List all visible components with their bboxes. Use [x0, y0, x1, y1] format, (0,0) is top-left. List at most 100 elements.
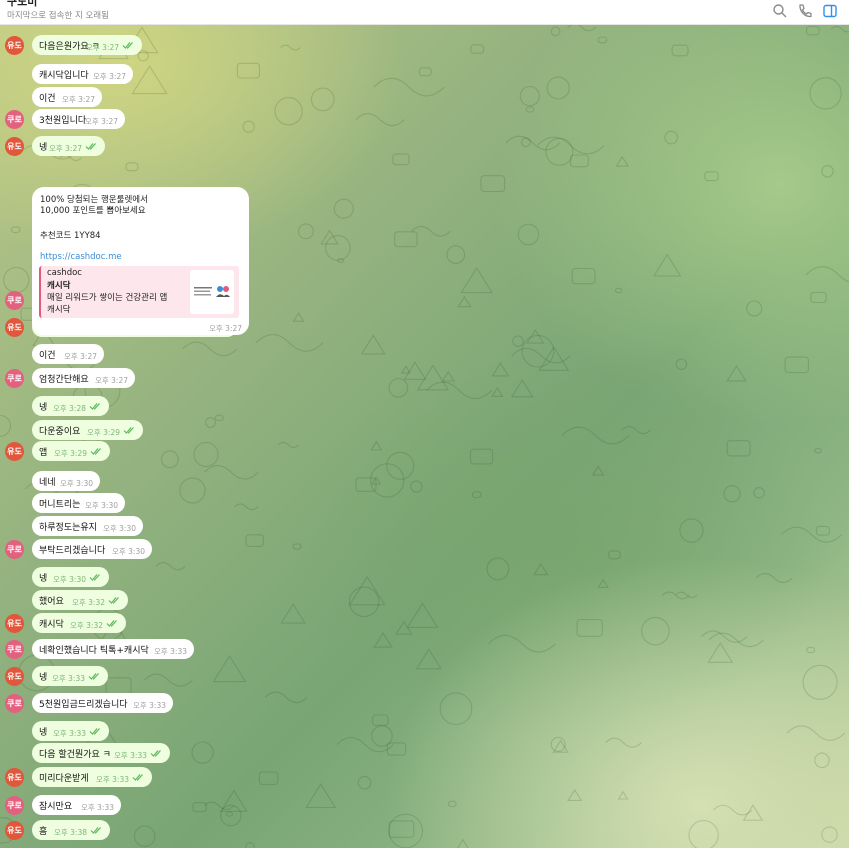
message-text: 엄청간단해요: [39, 375, 89, 385]
message-bubble[interactable]: 했어요 오후 3:32: [32, 590, 128, 610]
message-time: 오후 3:27: [61, 95, 95, 104]
message-bubble[interactable]: 넹 오후 3:30: [32, 567, 109, 587]
avatar-yudo[interactable]: 유도: [5, 137, 24, 156]
message-row: 다운중이요 오후 3:29: [0, 420, 300, 440]
message-bubble[interactable]: 이건 오후 3:27: [32, 87, 102, 107]
avatar-yudo[interactable]: 유도: [5, 768, 24, 787]
message-text: 부탁드리겠습니다: [39, 546, 106, 556]
message-text: 다음 할건뭔가요 ㅋ: [39, 750, 111, 760]
message-bubble[interactable]: 부탁드리겠습니다 오후 3:30: [32, 539, 152, 559]
preview-title: 캐시닥: [47, 281, 71, 291]
message-time: 오후 3:30: [59, 479, 93, 488]
avatar-yudo[interactable]: 유도: [5, 442, 24, 461]
rich-message-bubble[interactable]: 100% 당첨되는 행운룰렛에서 10,000 포인트를 뽑아보세요 추천코드 …: [32, 187, 249, 335]
avatar-kuro[interactable]: 쿠로: [5, 291, 24, 310]
chat-title[interactable]: 구도미: [7, 0, 37, 9]
double-check-icon: [106, 620, 117, 627]
preview-description: 매일 리워드가 쌓이는 건강관리 앱: [47, 293, 168, 303]
message-time: 오후 3:30: [111, 547, 145, 556]
message-text: 5천원입금드리겠습니다: [39, 700, 128, 710]
message-bubble[interactable]: 넹 오후 3:33: [32, 666, 108, 686]
message-time: 오후 3:33: [51, 674, 85, 683]
chat-header: 구도미 마지막으로 접속한 지 오래됨: [0, 0, 849, 25]
message-text: 3천원입니다: [39, 116, 87, 126]
avatar-kuro[interactable]: 쿠로: [5, 110, 24, 129]
message-text: 네네: [39, 478, 56, 488]
avatar-yudo[interactable]: 유도: [5, 318, 24, 337]
message-bubble[interactable]: 넹 오후 3:28: [32, 396, 109, 416]
avatar-kuro[interactable]: 쿠로: [5, 540, 24, 559]
avatar-yudo[interactable]: 유도: [5, 36, 24, 55]
message-time: 오후 3:29: [86, 428, 120, 437]
message-bubble[interactable]: 머니트리는 오후 3:30: [32, 493, 125, 513]
message-bubble[interactable]: 네네 오후 3:30: [32, 471, 100, 491]
rich-link[interactable]: https://cashdoc.me: [40, 252, 122, 262]
message-row: 쿠로 3천원입니다 오후 3:27: [0, 109, 300, 129]
message-time: 오후 3:27: [94, 376, 128, 385]
message-bubble[interactable]: 넹 오후 3:33: [32, 721, 109, 741]
message-time: 오후 3:29: [53, 449, 87, 458]
message-time: 오후 3:33: [113, 751, 147, 760]
phone-icon[interactable]: [796, 2, 814, 20]
chat-area[interactable]: 유도 다음은원가요 ㅋ 오후 3:27 캐시닥입니다 오후 3:27 이건 오후 3:27 쿠…: [0, 25, 849, 848]
link-preview[interactable]: cashdoc 캐시닥 매일 리워드가 쌓이는 건강관리 앱 캐시닥: [39, 266, 239, 318]
message-bubble[interactable]: 이건 오후 3:27: [32, 344, 104, 364]
message-bubble[interactable]: 캐시닥입니다 오후 3:27: [32, 64, 133, 84]
message-row: 유도 캐시닥 오후 3:32: [0, 613, 300, 633]
message-text: 했어요: [39, 597, 64, 607]
sidebar-toggle-icon[interactable]: [821, 2, 839, 20]
avatar-kuro[interactable]: 쿠로: [5, 694, 24, 713]
double-check-icon: [90, 827, 101, 834]
message-row: 쿠로 네확인했습니다 틱톡+캐시닥 오후 3:33: [0, 639, 300, 659]
double-check-icon: [150, 750, 161, 757]
message-bubble[interactable]: 흠 오후 3:38: [32, 820, 110, 840]
message-time: 오후 3:30: [84, 501, 118, 510]
preview-subtitle: 캐시닥: [47, 305, 71, 315]
message-text: 앱: [39, 448, 48, 458]
double-check-icon: [85, 143, 96, 150]
message-bubble[interactable]: 캐시닥 오후 3:32: [32, 613, 126, 633]
message-time: 오후 3:38: [53, 828, 87, 837]
message-time: 오후 3:32: [69, 621, 103, 630]
avatar-kuro[interactable]: 쿠로: [5, 640, 24, 659]
message-text: 넹: [39, 728, 48, 738]
message-bubble[interactable]: 엄청간단해요 오후 3:27: [32, 368, 135, 388]
message-bubble[interactable]: 잠시만요 오후 3:33: [32, 795, 121, 815]
last-seen-status: 마지막으로 접속한 지 오래됨: [7, 11, 109, 21]
preview-thumbnail-image: [190, 270, 234, 314]
preview-site-name: cashdoc: [47, 268, 82, 278]
message-text: 흠: [39, 827, 48, 837]
message-time: 오후 3:27: [48, 144, 82, 153]
message-bubble[interactable]: 넹 오후 3:27: [32, 136, 105, 156]
message-time: 오후 3:28: [52, 404, 86, 413]
double-check-icon: [132, 774, 143, 781]
avatar-kuro[interactable]: 쿠로: [5, 796, 24, 815]
avatar-yudo[interactable]: 유도: [5, 667, 24, 686]
double-check-icon: [89, 574, 100, 581]
message-row: 넹 오후 3:30: [0, 567, 300, 587]
double-check-icon: [108, 597, 119, 604]
double-check-icon: [90, 448, 101, 455]
message-time: 오후 3:27: [209, 324, 243, 333]
message-bubble[interactable]: 다운중이요 오후 3:29: [32, 420, 143, 440]
message-bubble[interactable]: 다음 할건뭔가요 ㅋ 오후 3:33: [32, 743, 170, 763]
message-text: 넹: [39, 143, 48, 153]
message-bubble[interactable]: 미리다운받게 오후 3:33: [32, 767, 152, 787]
message-bubble[interactable]: 하루정도는유지 오후 3:30: [32, 516, 143, 536]
message-row: 유도 흠 오후 3:38: [0, 820, 300, 840]
message-row: 쿠로 부탁드리겠습니다 오후 3:30: [0, 539, 300, 559]
message-row: 네네 오후 3:30: [0, 471, 300, 491]
message-bubble[interactable]: 네확인했습니다 틱톡+캐시닥 오후 3:33: [32, 639, 194, 659]
search-icon[interactable]: [771, 2, 789, 20]
avatar-yudo[interactable]: 유도: [5, 614, 24, 633]
message-time: 오후 3:33: [132, 701, 166, 710]
avatar-kuro[interactable]: 쿠로: [5, 369, 24, 388]
message-row: 쿠로 잠시만요 오후 3:33: [0, 795, 300, 815]
message-bubble[interactable]: 다음은원가요 ㅋ 오후 3:27: [32, 35, 142, 55]
avatar-yudo[interactable]: 유도: [5, 821, 24, 840]
message-row: 넹 오후 3:33: [0, 721, 300, 741]
message-bubble[interactable]: 5천원입금드리겠습니다 오후 3:33: [32, 693, 173, 713]
message-bubble[interactable]: 앱 오후 3:29: [32, 441, 110, 461]
message-bubble[interactable]: 3천원입니다 오후 3:27: [32, 109, 125, 129]
message-text: 이건: [39, 351, 56, 361]
